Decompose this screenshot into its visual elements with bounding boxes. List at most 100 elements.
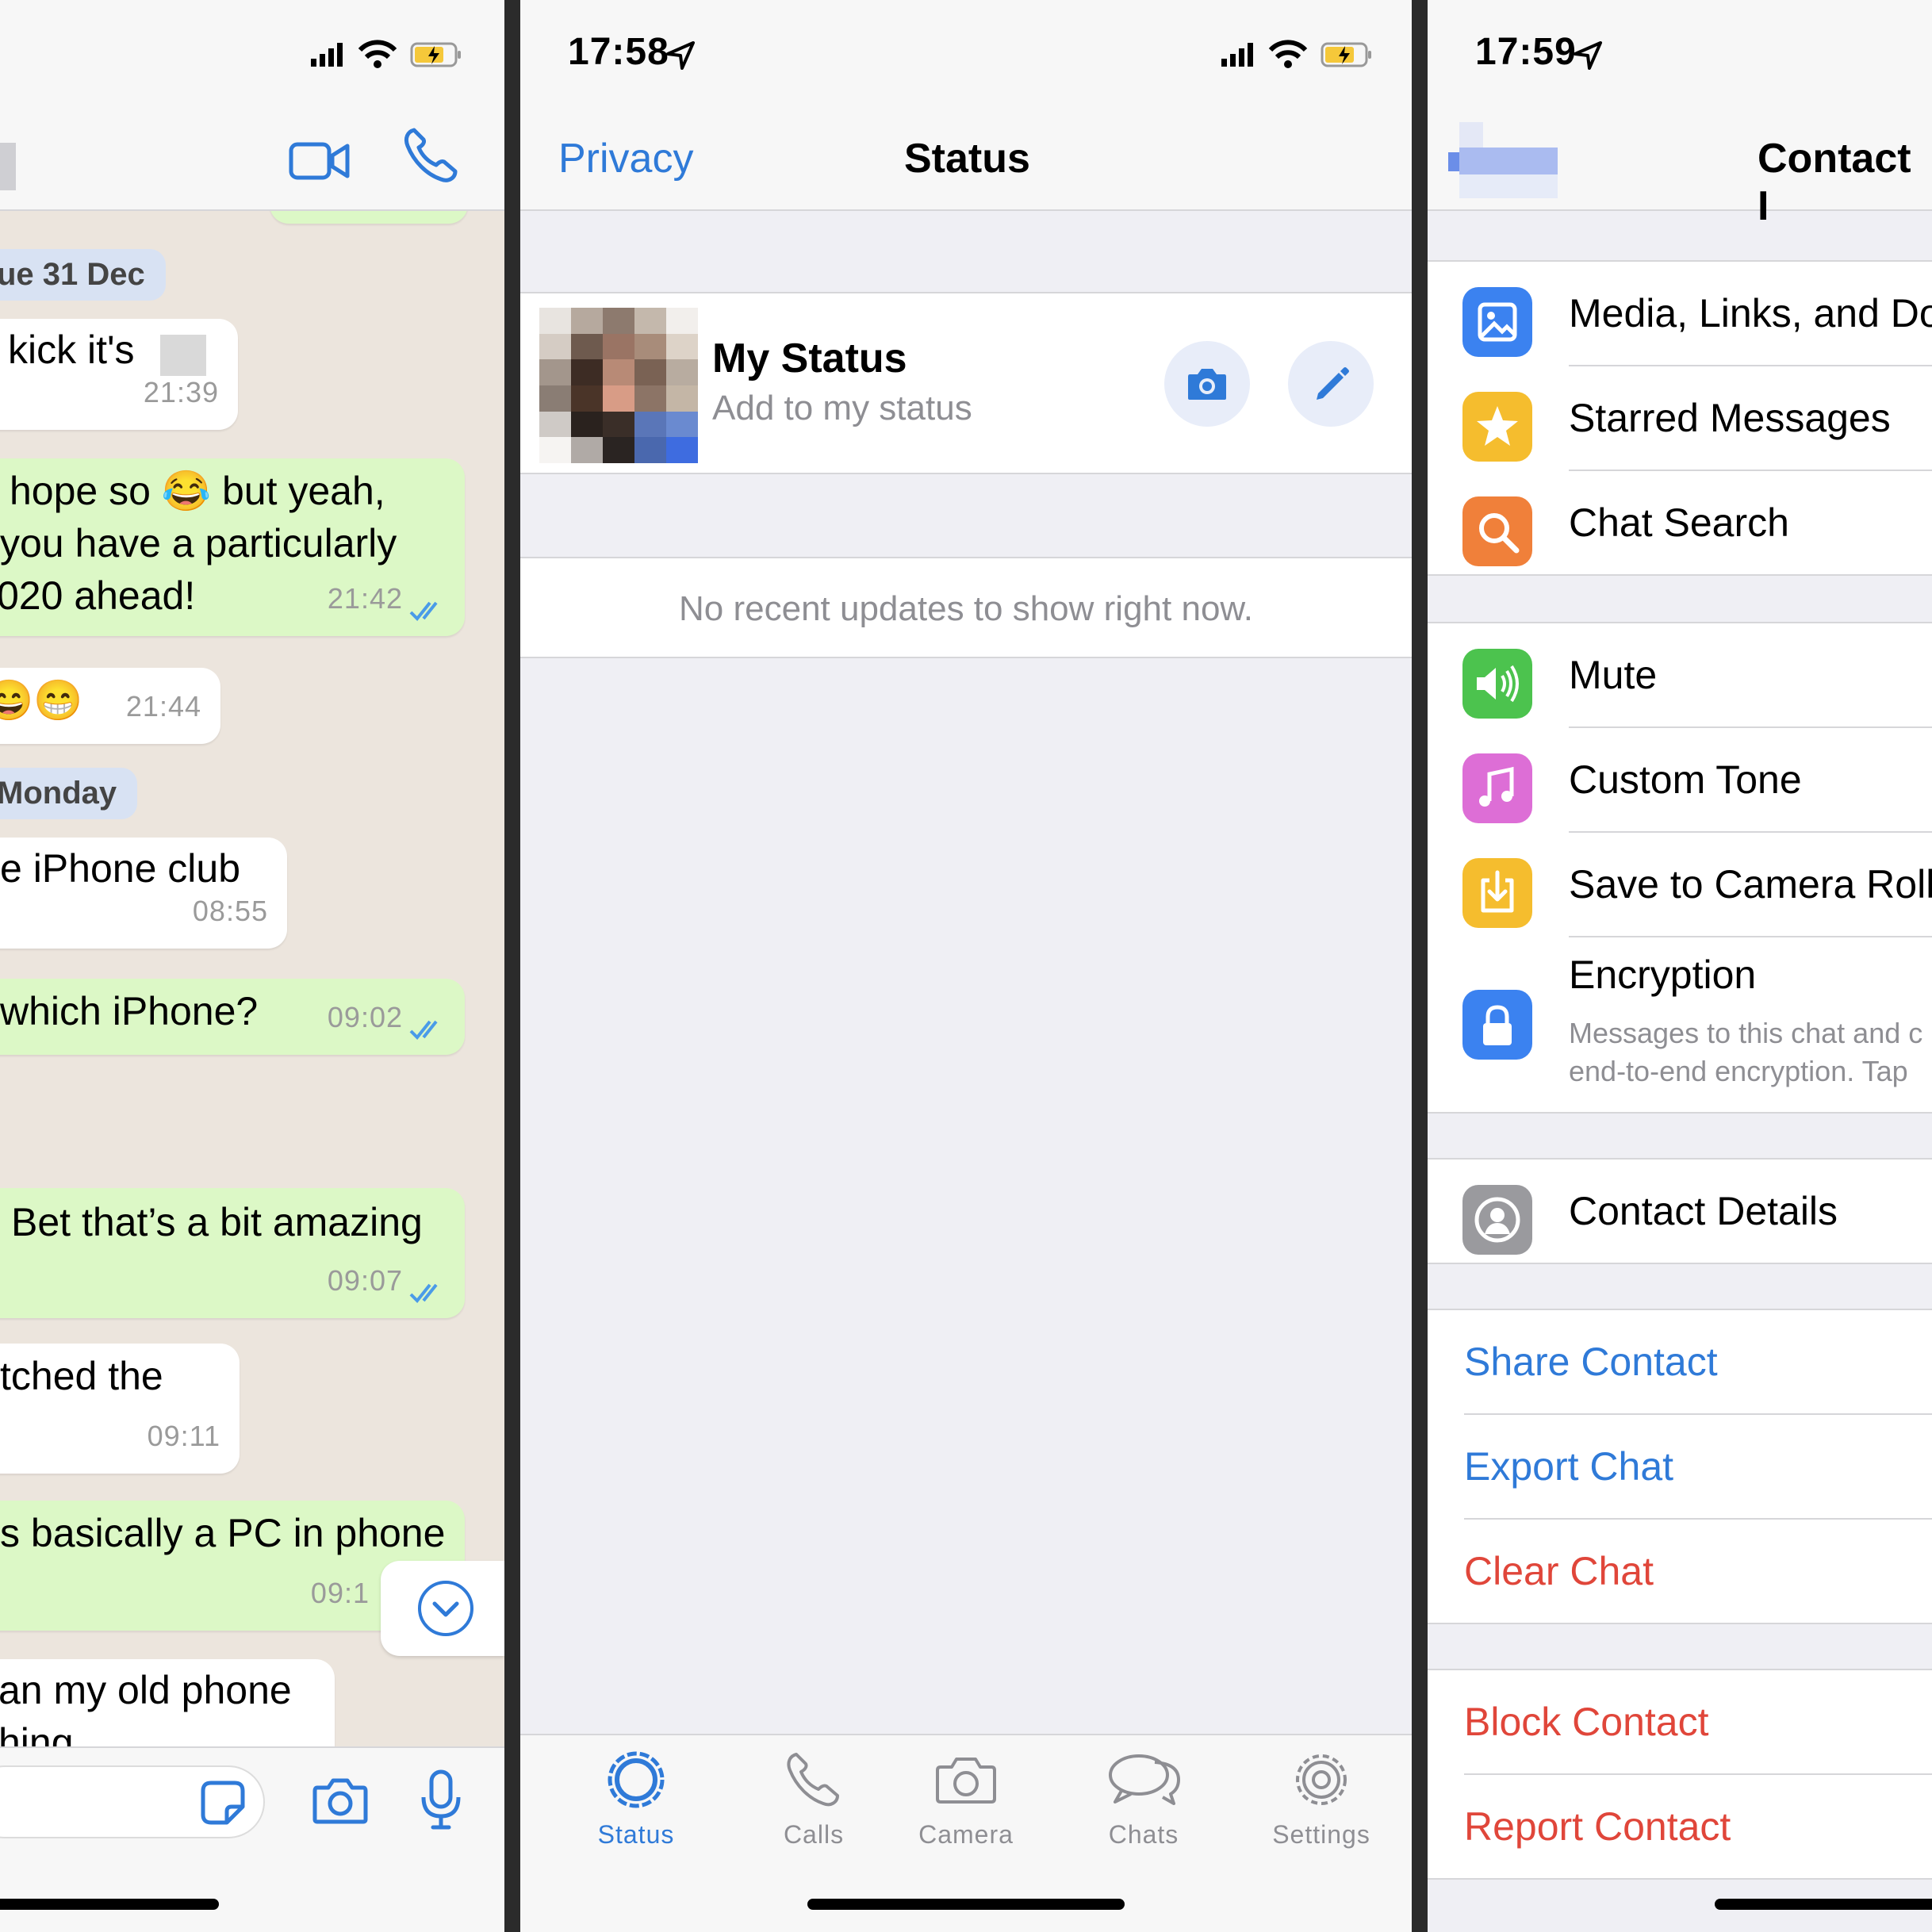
row-label: Mute	[1569, 653, 1658, 697]
message-bubble-incoming[interactable]: kick it's 21:39	[0, 319, 238, 430]
contact-name-blurred	[0, 143, 16, 190]
chat-panel: ue 31 Dec kick it's 21:39 hope so 😂 but …	[0, 0, 504, 1932]
location-arrow-icon	[1574, 41, 1602, 70]
message-text: 020 ahead!	[0, 573, 196, 618]
row-label: Encryption	[1569, 953, 1757, 997]
camera-icon	[936, 1758, 996, 1804]
wifi-icon	[1268, 40, 1308, 68]
chat-search-row[interactable]: Chat Search	[1428, 471, 1932, 576]
camera-status-button[interactable]	[1164, 341, 1250, 427]
message-bubble-outgoing[interactable]: which iPhone? 09:02	[0, 979, 465, 1055]
chat-actions-group: Share Contact Export Chat Clear Chat	[1428, 1309, 1932, 1624]
message-bubble-incoming[interactable]: tched the 09:11	[0, 1344, 240, 1474]
message-text: s basically a PC in phone	[0, 1511, 446, 1555]
camera-icon	[1188, 369, 1226, 400]
report-contact-button[interactable]: Report Contact	[1428, 1775, 1932, 1880]
privacy-back-button[interactable]: Privacy	[558, 135, 693, 182]
message-input-bar	[0, 1746, 504, 1932]
tab-label: Calls	[783, 1820, 845, 1849]
message-bubble-incoming[interactable]: e iPhone club 08:55	[0, 838, 287, 949]
my-status-title: My Status	[712, 335, 907, 381]
read-receipt-icon	[409, 1020, 438, 1040]
message-list[interactable]: ue 31 Dec kick it's 21:39 hope so 😂 but …	[0, 211, 504, 1746]
message-bubble-incoming[interactable]: an my old phone hing	[0, 1659, 335, 1746]
contact-info-panel: 17:59 Contact I Media, Links, and Do Sta…	[1428, 0, 1932, 1932]
starred-messages-row[interactable]: Starred Messages	[1428, 366, 1932, 471]
tab-label: Camera	[918, 1820, 1014, 1849]
pencil-icon	[1317, 367, 1349, 400]
export-chat-button[interactable]: Export Chat	[1428, 1415, 1932, 1520]
tab-label: Settings	[1272, 1820, 1370, 1849]
sticker-icon[interactable]	[200, 1780, 246, 1826]
read-receipt-icon	[409, 601, 438, 621]
encryption-row[interactable]: Encryption Messages to this chat and c e…	[1428, 937, 1932, 1114]
my-status-subtitle: Add to my status	[712, 389, 972, 427]
block-contact-button[interactable]: Block Contact	[1428, 1670, 1932, 1775]
message-time: 09:1	[310, 1577, 370, 1609]
row-label: Custom Tone	[1569, 757, 1802, 802]
tab-camera[interactable]: Camera	[895, 1748, 1037, 1850]
clear-chat-button[interactable]: Clear Chat	[1428, 1520, 1932, 1624]
tab-status[interactable]: Status	[565, 1748, 707, 1850]
message-time: 09:07	[327, 1264, 403, 1297]
row-label: Clear Chat	[1464, 1549, 1654, 1593]
row-label: Share Contact	[1464, 1340, 1718, 1384]
row-label: Media, Links, and Do	[1569, 291, 1932, 335]
encryption-description: end-to-end encryption. Tap	[1569, 1055, 1908, 1087]
status-time: 17:59	[1475, 31, 1577, 73]
message-time: 21:44	[125, 690, 201, 723]
message-text: Bet that’s a bit amazing	[11, 1200, 423, 1244]
my-status-row[interactable]: My Status Add to my status	[520, 292, 1412, 474]
date-separator: ue 31 Dec	[0, 249, 166, 301]
message-text: an my old phone	[0, 1668, 292, 1712]
message-time: 21:39	[143, 376, 219, 408]
message-bubble-incoming[interactable]: 😄😁 21:44	[0, 668, 220, 744]
custom-tone-row[interactable]: Custom Tone	[1428, 728, 1932, 833]
battery-charging-icon	[1321, 42, 1371, 67]
media-links-docs-row[interactable]: Media, Links, and Do	[1428, 262, 1932, 366]
empty-status-message: No recent updates to show right now.	[520, 557, 1412, 658]
microphone-icon[interactable]	[419, 1769, 463, 1832]
tab-calls[interactable]: Calls	[742, 1748, 885, 1850]
camera-icon[interactable]	[312, 1777, 368, 1824]
row-label: Block Contact	[1464, 1700, 1709, 1744]
tab-bar: Status Calls Camera Chats Settings	[520, 1734, 1412, 1932]
settings-group: Mute Custom Tone Save to Camera Roll Enc…	[1428, 622, 1932, 1114]
status-icons	[1221, 40, 1371, 68]
media-group: Media, Links, and Do Starred Messages Ch…	[1428, 260, 1932, 576]
message-bubble-cutoff	[270, 211, 468, 224]
contact-details-row[interactable]: Contact Details	[1428, 1160, 1932, 1264]
save-download-icon	[1462, 858, 1532, 928]
tab-chats[interactable]: Chats	[1072, 1748, 1215, 1850]
share-contact-button[interactable]: Share Contact	[1428, 1310, 1932, 1415]
message-text: hing	[0, 1720, 74, 1746]
read-receipt-icon	[409, 1283, 438, 1303]
message-time: 08:55	[192, 895, 268, 927]
save-camera-roll-row[interactable]: Save to Camera Roll	[1428, 833, 1932, 937]
tab-settings[interactable]: Settings	[1250, 1748, 1393, 1850]
chat-header	[0, 111, 504, 211]
status-panel: 17:58 Privacy Status My Status Add to my…	[520, 0, 1412, 1932]
settings-icon	[1296, 1754, 1347, 1805]
video-call-icon[interactable]	[289, 133, 351, 189]
back-button-blurred[interactable]	[1448, 122, 1558, 200]
status-bar: 17:58	[520, 0, 1412, 111]
message-text: which iPhone?	[0, 989, 259, 1033]
message-text: kick it's	[8, 328, 135, 372]
message-input[interactable]	[0, 1765, 265, 1838]
status-bar: 17:59	[1428, 0, 1932, 111]
mute-row[interactable]: Mute	[1428, 623, 1932, 728]
text-status-button[interactable]	[1288, 341, 1374, 427]
scroll-to-bottom-button[interactable]	[381, 1561, 504, 1656]
message-bubble-outgoing[interactable]: Bet that’s a bit amazing 09:07	[0, 1188, 465, 1318]
row-label: Contact Details	[1569, 1189, 1838, 1233]
message-bubble-outgoing[interactable]: hope so 😂 but yeah, you have a particula…	[0, 458, 465, 636]
status-time: 17:58	[568, 31, 669, 73]
phone-call-icon[interactable]	[403, 127, 458, 184]
page-title: Status	[904, 136, 1030, 182]
message-text: 😄😁	[0, 678, 83, 723]
home-indicator	[1715, 1899, 1932, 1910]
message-text: tched the	[0, 1354, 163, 1398]
home-indicator	[807, 1899, 1125, 1910]
nav-bar: Privacy Status	[520, 111, 1412, 211]
